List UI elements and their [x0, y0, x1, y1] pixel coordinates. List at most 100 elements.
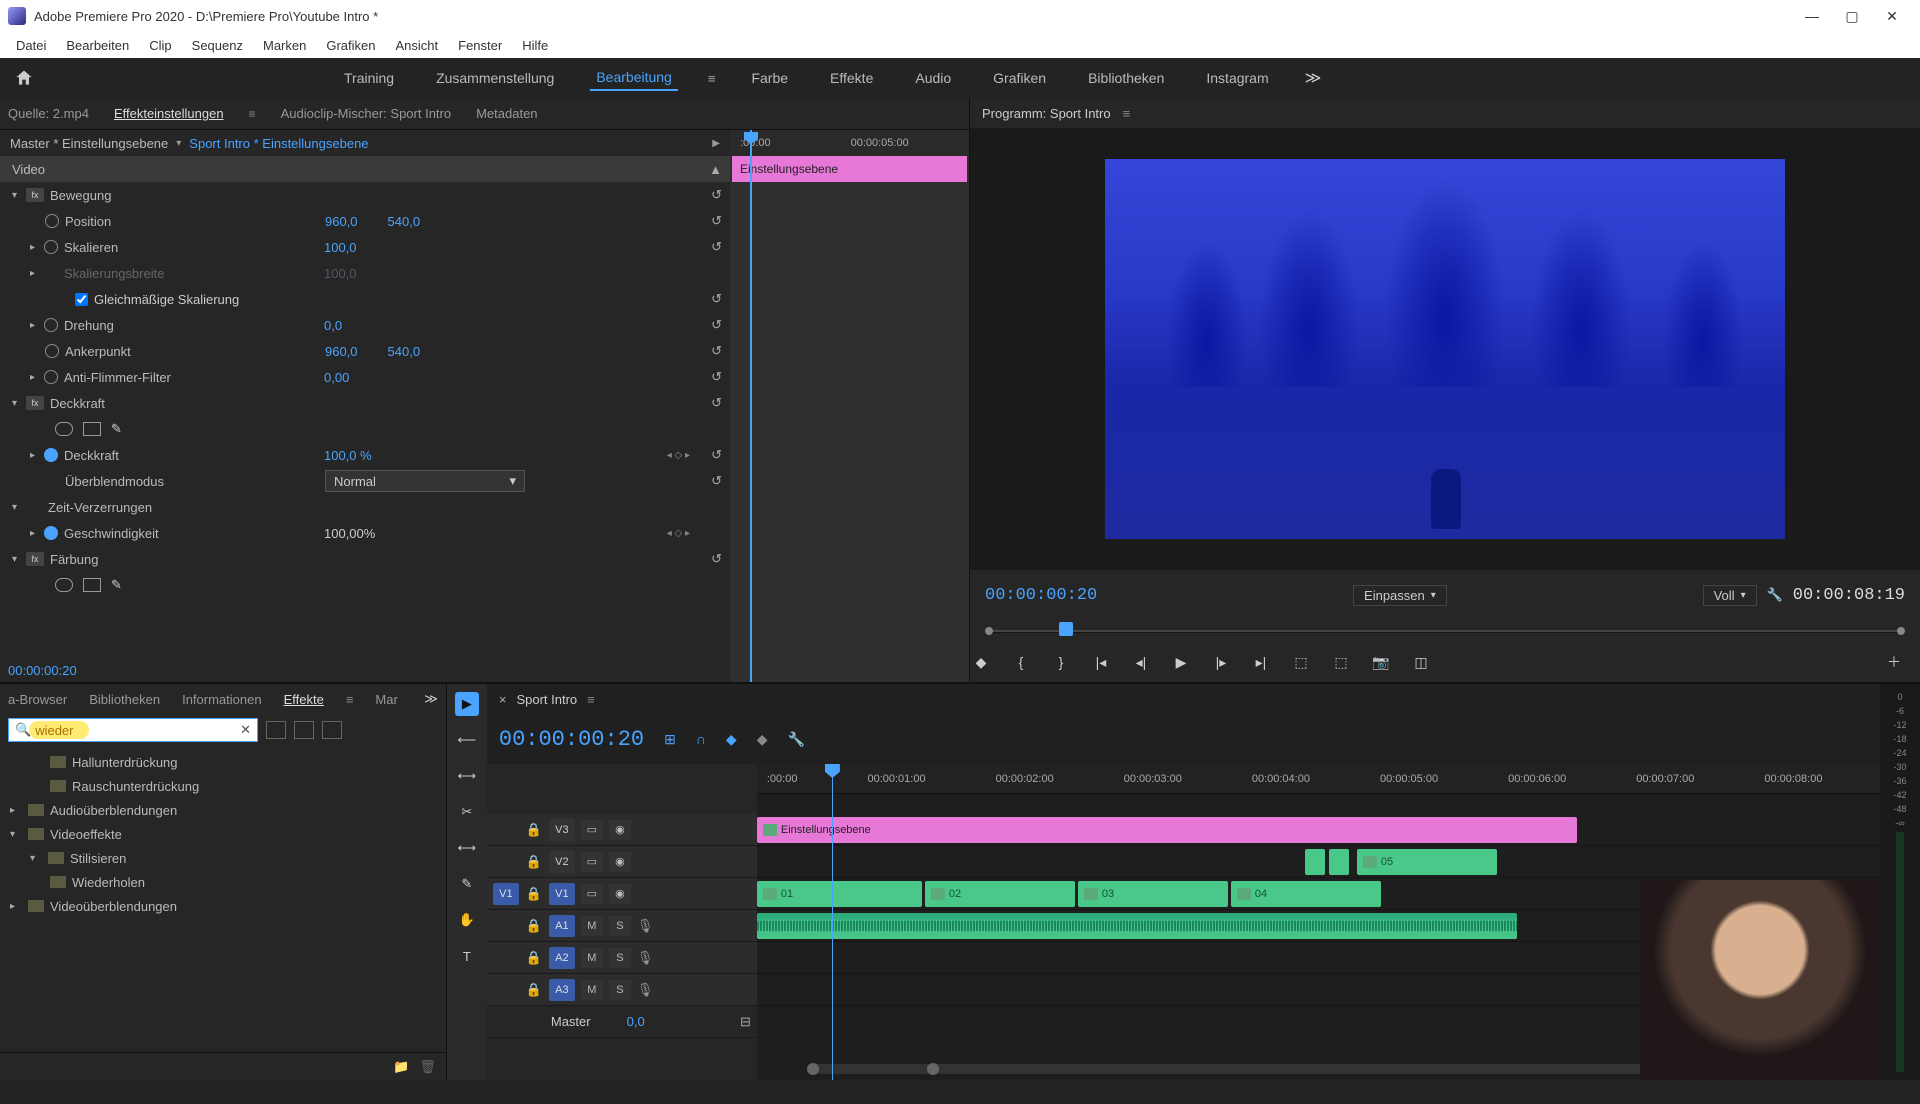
stopwatch-icon[interactable] [45, 214, 59, 228]
ws-zusammenstellung[interactable]: Zusammenstellung [430, 66, 560, 90]
src-patch-v1[interactable]: V1 [493, 883, 519, 905]
reset-button[interactable]: ↺ [711, 551, 722, 567]
close-seq-button[interactable]: × [499, 692, 507, 707]
master-label[interactable]: Master [551, 1014, 591, 1029]
ellipse-mask-icon[interactable] [55, 422, 73, 436]
reset-button[interactable]: ↺ [711, 395, 722, 411]
tab-markers[interactable]: Mar [375, 692, 397, 707]
reset-button[interactable]: ↺ [711, 239, 722, 255]
toggle-sync[interactable]: ◉ [609, 884, 631, 904]
timeline-timecode[interactable]: 00:00:00:20 [499, 727, 644, 752]
ws-audio[interactable]: Audio [909, 66, 957, 90]
chevron-icon[interactable]: ▸ [30, 268, 44, 279]
chevron-icon[interactable]: ▾ [12, 554, 26, 565]
program-timecode[interactable]: 00:00:00:20 [985, 586, 1097, 605]
sequence-name[interactable]: Sport Intro [516, 692, 577, 707]
ws-overflow-button[interactable]: ≫ [1305, 68, 1322, 88]
rect-mask-icon[interactable] [83, 422, 101, 436]
home-button[interactable] [10, 64, 38, 92]
step-fwd-button[interactable]: |▸ [1210, 651, 1232, 673]
solo-button[interactable]: S [609, 980, 631, 1000]
filter-icon-1[interactable] [266, 721, 286, 739]
mark-in-icon[interactable]: { [1010, 651, 1032, 673]
ws-bearbeitung[interactable]: Bearbeitung [590, 65, 678, 91]
position-x[interactable]: 960,0 [325, 214, 358, 229]
ws-farbe[interactable]: Farbe [745, 66, 794, 90]
clear-search-button[interactable]: ✕ [240, 722, 251, 738]
pen-mask-icon[interactable]: ✎ [111, 421, 122, 437]
solo-button[interactable]: S [609, 916, 631, 936]
panel-menu-icon[interactable]: ≡ [346, 692, 354, 707]
play-button[interactable]: ▶ [1170, 651, 1192, 673]
snap-icon[interactable]: ⊞ [664, 731, 676, 748]
ripple-tool[interactable]: ⟷ [455, 764, 479, 788]
voiceover-icon[interactable]: 🎙 [637, 950, 654, 966]
stopwatch-icon[interactable] [45, 344, 59, 358]
clip-05[interactable]: 05 [1357, 849, 1497, 875]
chevron-icon[interactable]: ▸ [30, 320, 44, 331]
menu-fenster[interactable]: Fenster [448, 38, 512, 53]
tab-libraries[interactable]: Bibliotheken [89, 692, 160, 707]
fit-select[interactable]: Einpassen▾ [1353, 585, 1447, 606]
antiflicker-value[interactable]: 0,00 [324, 370, 349, 385]
scale-value[interactable]: 100,0 [324, 240, 357, 255]
stopwatch-icon[interactable] [44, 318, 58, 332]
voiceover-icon[interactable]: 🎙 [637, 982, 654, 998]
mute-button[interactable]: M [581, 916, 603, 936]
clip-04[interactable]: 04 [1231, 881, 1381, 907]
expand-icon[interactable]: ⊟ [740, 1014, 751, 1030]
lock-icon[interactable]: 🔒 [525, 822, 543, 838]
menu-hilfe[interactable]: Hilfe [512, 38, 558, 53]
filter-icon-3[interactable] [322, 721, 342, 739]
reset-button[interactable]: ↺ [711, 447, 722, 463]
rect-mask-icon[interactable] [83, 578, 101, 592]
clip-audio-a1[interactable] [757, 913, 1517, 939]
clip-adjustment-layer[interactable]: Einstellungsebene [757, 817, 1577, 843]
fx-badge[interactable]: fx [26, 552, 44, 566]
minimize-button[interactable]: — [1792, 2, 1832, 30]
menu-marken[interactable]: Marken [253, 38, 316, 53]
menu-clip[interactable]: Clip [139, 38, 181, 53]
toggle-sync[interactable]: ◉ [609, 852, 631, 872]
effect-item[interactable]: Hallunterdrückung [10, 750, 436, 774]
reset-button[interactable]: ↺ [711, 187, 722, 203]
program-tab[interactable]: Programm: Sport Intro [982, 106, 1111, 121]
track-a2[interactable]: A2 [549, 947, 575, 969]
tab-audio-mixer[interactable]: Audioclip-Mischer: Sport Intro [281, 106, 452, 121]
lock-icon[interactable]: 🔒 [525, 982, 543, 998]
tab-source[interactable]: Quelle: 2.mp4 [8, 106, 89, 121]
filter-icon-2[interactable] [294, 721, 314, 739]
maximize-button[interactable]: ▢ [1832, 2, 1872, 30]
scroll-up-icon[interactable]: ▲ [709, 162, 722, 177]
chevron-down-icon[interactable]: ▾ [176, 138, 181, 149]
blend-mode-select[interactable]: Normal▾ [325, 470, 525, 492]
solo-button[interactable]: S [609, 948, 631, 968]
clip-02[interactable]: 02 [925, 881, 1075, 907]
fx-badge[interactable]: fx [26, 396, 44, 410]
track-v2[interactable]: V2 [549, 851, 575, 873]
selection-tool[interactable]: ▶ [455, 692, 479, 716]
tab-info[interactable]: Informationen [182, 692, 262, 707]
keyframe-nav[interactable]: ◂ ◇ ▸ [667, 528, 690, 539]
timeline-ruler[interactable]: :00:0000:00:01:0000:00:02:0000:00:03:000… [757, 764, 1920, 794]
anchor-y[interactable]: 540,0 [388, 344, 421, 359]
effect-folder[interactable]: ▾Stilisieren [10, 846, 436, 870]
reset-button[interactable]: ↺ [711, 473, 722, 489]
link-icon[interactable]: ∩ [696, 731, 706, 747]
effect-folder[interactable]: ▸Videoüberblendungen [10, 894, 436, 918]
pen-mask-icon[interactable]: ✎ [111, 577, 122, 593]
step-back-button[interactable]: ◂| [1130, 651, 1152, 673]
pen-tool[interactable]: ✎ [455, 872, 479, 896]
ellipse-mask-icon[interactable] [55, 578, 73, 592]
ec-clip-bar[interactable]: Einstellungsebene [732, 156, 967, 182]
lock-icon[interactable]: 🔒 [525, 950, 543, 966]
menu-datei[interactable]: Datei [6, 38, 56, 53]
slip-tool[interactable]: ⟷ [455, 836, 479, 860]
menu-grafiken[interactable]: Grafiken [316, 38, 385, 53]
panel-menu-icon[interactable]: ≡ [249, 107, 256, 121]
ec-tint[interactable]: Färbung [50, 552, 310, 567]
panel-menu-icon[interactable]: ≡ [1123, 106, 1131, 121]
chevron-icon[interactable]: ▾ [12, 190, 26, 201]
keyframe-nav[interactable]: ◂ ◇ ▸ [667, 450, 690, 461]
master-value[interactable]: 0,0 [627, 1014, 645, 1029]
